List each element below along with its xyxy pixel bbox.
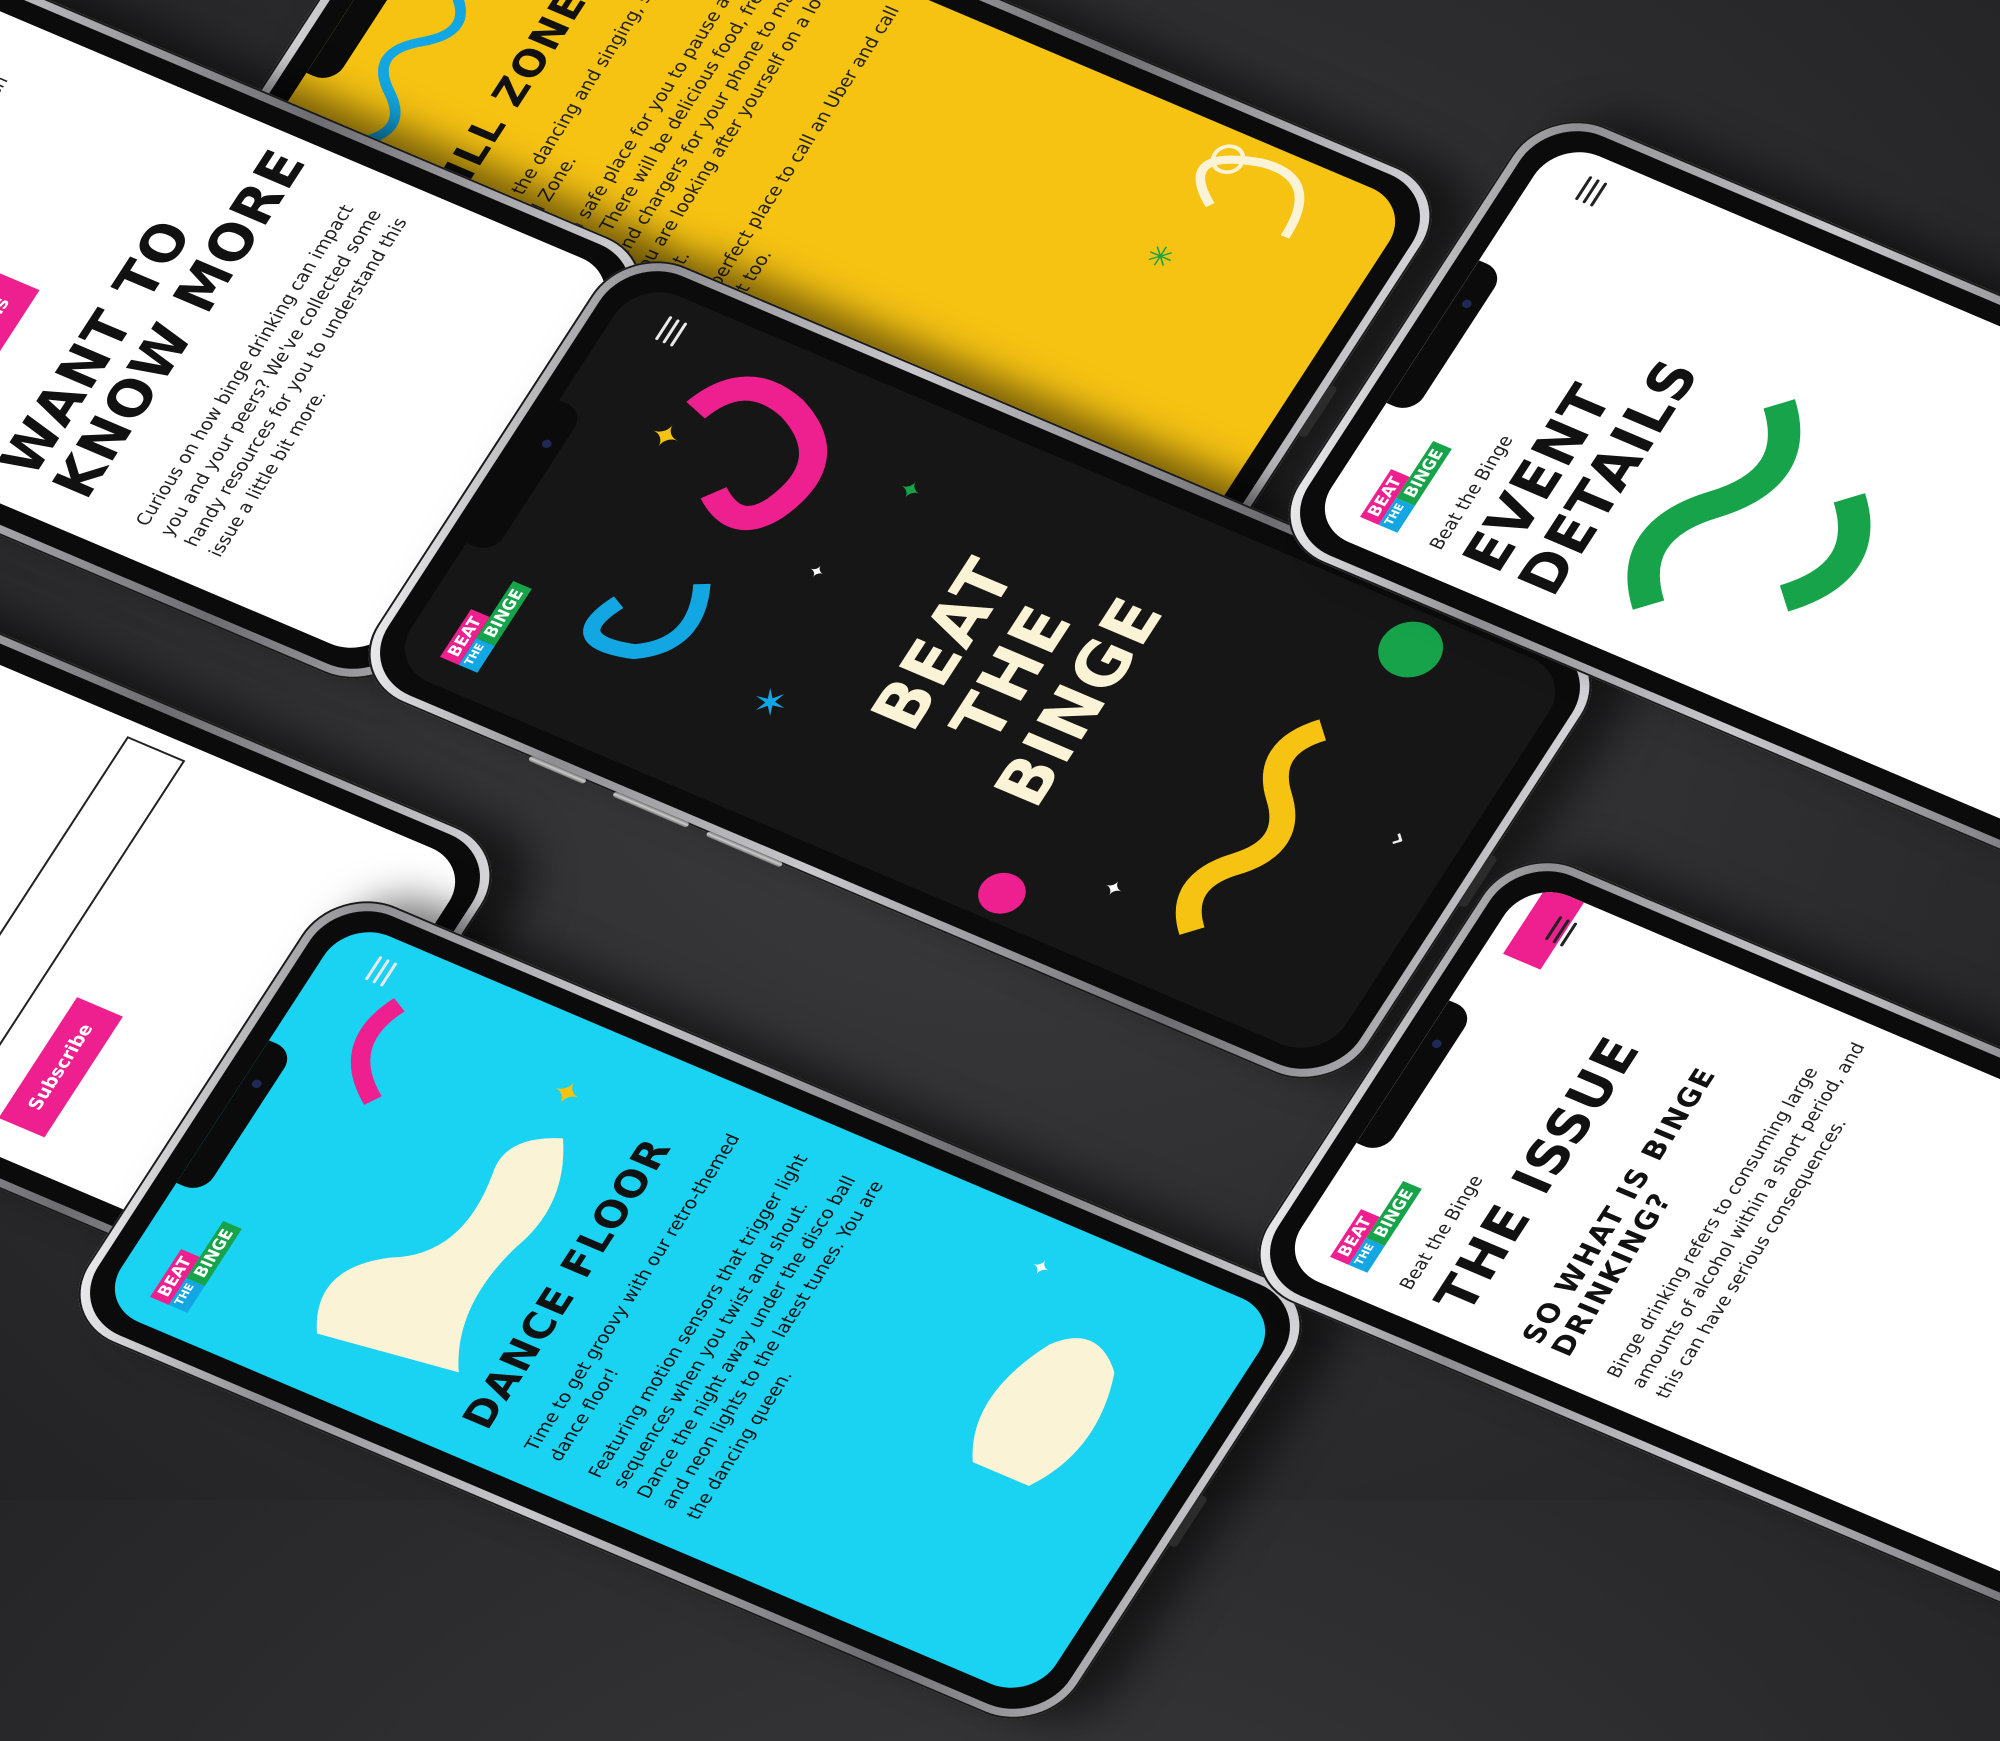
- logo-word: BINGE: [1366, 1181, 1422, 1246]
- know-more-intro: bingeing ... and most importantly, reach…: [0, 73, 13, 386]
- beat-the-binge-logo[interactable]: BEAT THE BINGE: [1330, 1173, 1422, 1273]
- dance-floor-screen: BEAT THE BINGE ✦ ✦ DANCE FLOOR Time to g…: [97, 918, 1283, 1702]
- subscribe-button[interactable]: Subscribe: [0, 996, 123, 1138]
